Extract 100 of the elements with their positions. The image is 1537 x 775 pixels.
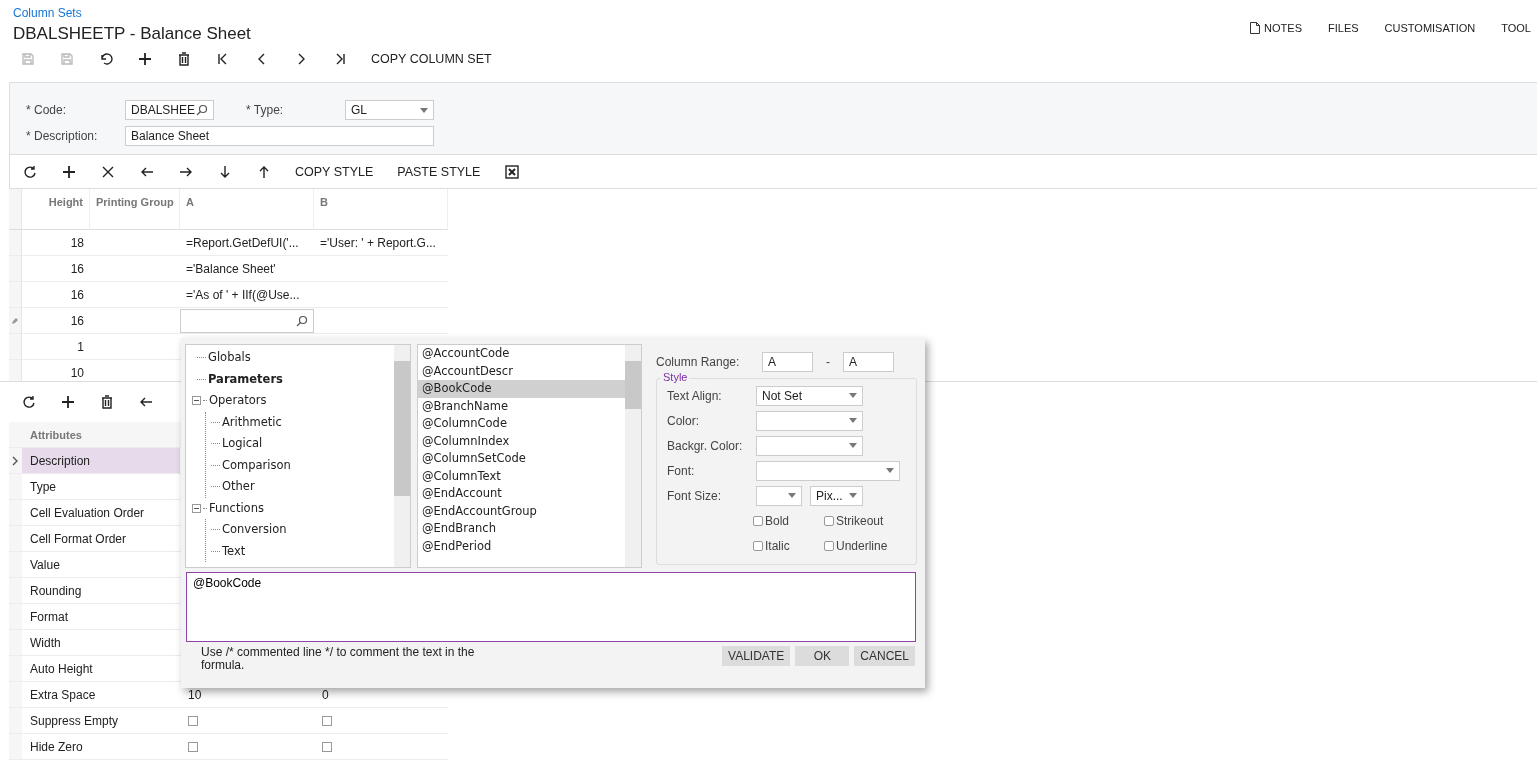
tree-item[interactable]: Globals: [208, 347, 251, 369]
attribute-name[interactable]: Value: [22, 552, 180, 578]
field-label: Column Range:: [656, 355, 741, 369]
attribute-name[interactable]: Cell Evaluation Order: [22, 500, 180, 526]
table-cell: 1: [22, 334, 90, 360]
tree-item[interactable]: Text: [222, 540, 246, 562]
breadcrumb-link[interactable]: Column Sets: [13, 6, 82, 20]
collapse-icon[interactable]: [192, 503, 201, 513]
attribute-name[interactable]: Width: [22, 630, 180, 656]
list-item[interactable]: @ColumnSetCode: [418, 450, 625, 468]
column-header: A: [180, 189, 314, 230]
formula-field[interactable]: [180, 308, 314, 333]
header-link[interactable]: TOOL: [1501, 11, 1531, 44]
list-item[interactable]: @EndPeriod: [418, 537, 625, 555]
checkbox[interactable]: [753, 515, 763, 526]
pencil-icon: [11, 317, 19, 324]
checkbox[interactable]: [322, 715, 332, 726]
dialog-button[interactable]: OK: [795, 646, 850, 666]
tree-item[interactable]: Operators: [209, 390, 267, 412]
checkbox[interactable]: [188, 741, 198, 752]
page-title: DBALSHEETP - Balance Sheet: [13, 24, 251, 44]
list-item[interactable]: @ColumnCode: [418, 415, 625, 433]
field-label: * Description:: [26, 129, 99, 143]
column-header: B: [314, 189, 448, 230]
attribute-name[interactable]: Rounding: [22, 578, 180, 604]
table-cell: 16: [22, 308, 90, 334]
plus-icon: [59, 394, 76, 410]
save-icon: [19, 51, 36, 67]
dialog-button[interactable]: CANCEL: [854, 646, 915, 666]
checkbox-label: Strikeout: [836, 513, 884, 528]
tree-item[interactable]: Comparison: [222, 454, 291, 476]
dropdown-caret-icon: [886, 468, 894, 473]
type-dropdown[interactable]: GL: [345, 100, 434, 120]
tree-item[interactable]: Other: [222, 476, 255, 498]
tree-item[interactable]: Conversion: [222, 519, 287, 541]
font-dropdown[interactable]: [756, 460, 900, 481]
range-from-field[interactable]: A: [762, 352, 813, 372]
color-dropdown[interactable]: [756, 410, 863, 431]
field-label: Font:: [667, 463, 696, 478]
header-link[interactable]: NOTES: [1250, 11, 1302, 44]
attribute-name[interactable]: Auto Height: [22, 656, 180, 682]
row-indicator[interactable]: [9, 448, 22, 474]
checkbox-label: Underline: [836, 538, 888, 553]
dialog-button[interactable]: VALIDATE: [722, 646, 791, 666]
attribute-name[interactable]: Type: [22, 474, 180, 500]
background-color-dropdown[interactable]: [756, 435, 863, 456]
tree-item[interactable]: Logical: [222, 433, 263, 455]
list-item[interactable]: @AccountCode: [418, 345, 625, 363]
font-size-dropdown[interactable]: [756, 485, 802, 506]
collapse-icon[interactable]: [192, 396, 201, 406]
refresh-icon: [21, 163, 38, 180]
tree-item[interactable]: Arithmetic: [222, 411, 282, 433]
code-field[interactable]: DBALSHEE: [125, 100, 214, 120]
tree-item[interactable]: Functions: [209, 497, 264, 519]
save-icon: [58, 51, 75, 67]
scrollbar[interactable]: [625, 345, 641, 567]
attribute-name[interactable]: Format: [22, 604, 180, 630]
text-align-dropdown[interactable]: Not Set: [756, 385, 863, 406]
search-icon: [296, 314, 308, 327]
list-item[interactable]: @ColumnText: [418, 467, 625, 485]
attribute-name[interactable]: Cell Format Order: [22, 526, 180, 552]
list-item[interactable]: @AccountDescr: [418, 362, 625, 380]
header-link[interactable]: FILES: [1328, 11, 1359, 44]
attribute-name[interactable]: Hide Zero: [22, 734, 180, 760]
toolbar-button[interactable]: COPY COLUMN SET: [359, 46, 504, 72]
scrollbar[interactable]: [394, 345, 410, 567]
header-link[interactable]: CUSTOMISATION: [1384, 11, 1476, 44]
list-item[interactable]: @BookCode: [418, 380, 625, 398]
list-item[interactable]: @EndAccountGroup: [418, 502, 625, 520]
tree-item[interactable]: Parameters: [208, 368, 283, 390]
dropdown-caret-icon: [420, 107, 428, 113]
table-cell: 18: [22, 230, 90, 256]
description-field[interactable]: Balance Sheet: [125, 126, 434, 146]
field-label: Backgr. Color:: [667, 438, 744, 453]
dropdown-caret-icon: [788, 493, 796, 498]
attribute-name[interactable]: Extra Space: [22, 682, 180, 708]
formula-editor[interactable]: @BookCode: [186, 572, 916, 642]
checkbox[interactable]: [753, 540, 763, 551]
list-item[interactable]: @BranchName: [418, 397, 625, 415]
attribute-name[interactable]: Description: [22, 448, 180, 474]
attribute-name[interactable]: Suppress Empty: [22, 708, 180, 734]
chevron-right-icon: [12, 455, 19, 466]
list-item[interactable]: @EndAccount: [418, 485, 625, 503]
checkbox[interactable]: [188, 715, 198, 726]
unit-dropdown[interactable]: Pix...: [810, 485, 863, 506]
toolbar-button[interactable]: COPY STYLE: [283, 158, 386, 185]
column-header: Height: [22, 189, 90, 230]
group-legend: Style: [661, 371, 690, 383]
table-cell: 16: [22, 256, 90, 282]
document-icon: [1250, 21, 1261, 34]
toolbar-button[interactable]: PASTE STYLE: [385, 158, 493, 185]
list-item[interactable]: @ColumnIndex: [418, 432, 625, 450]
header-corner: [9, 422, 22, 448]
dropdown-caret-icon: [849, 443, 857, 448]
range-to-field[interactable]: A: [843, 352, 894, 372]
checkbox[interactable]: [824, 540, 834, 551]
dropdown-caret-icon: [849, 493, 857, 498]
checkbox[interactable]: [322, 741, 332, 752]
checkbox[interactable]: [824, 515, 834, 526]
list-item[interactable]: @EndBranch: [418, 520, 625, 538]
